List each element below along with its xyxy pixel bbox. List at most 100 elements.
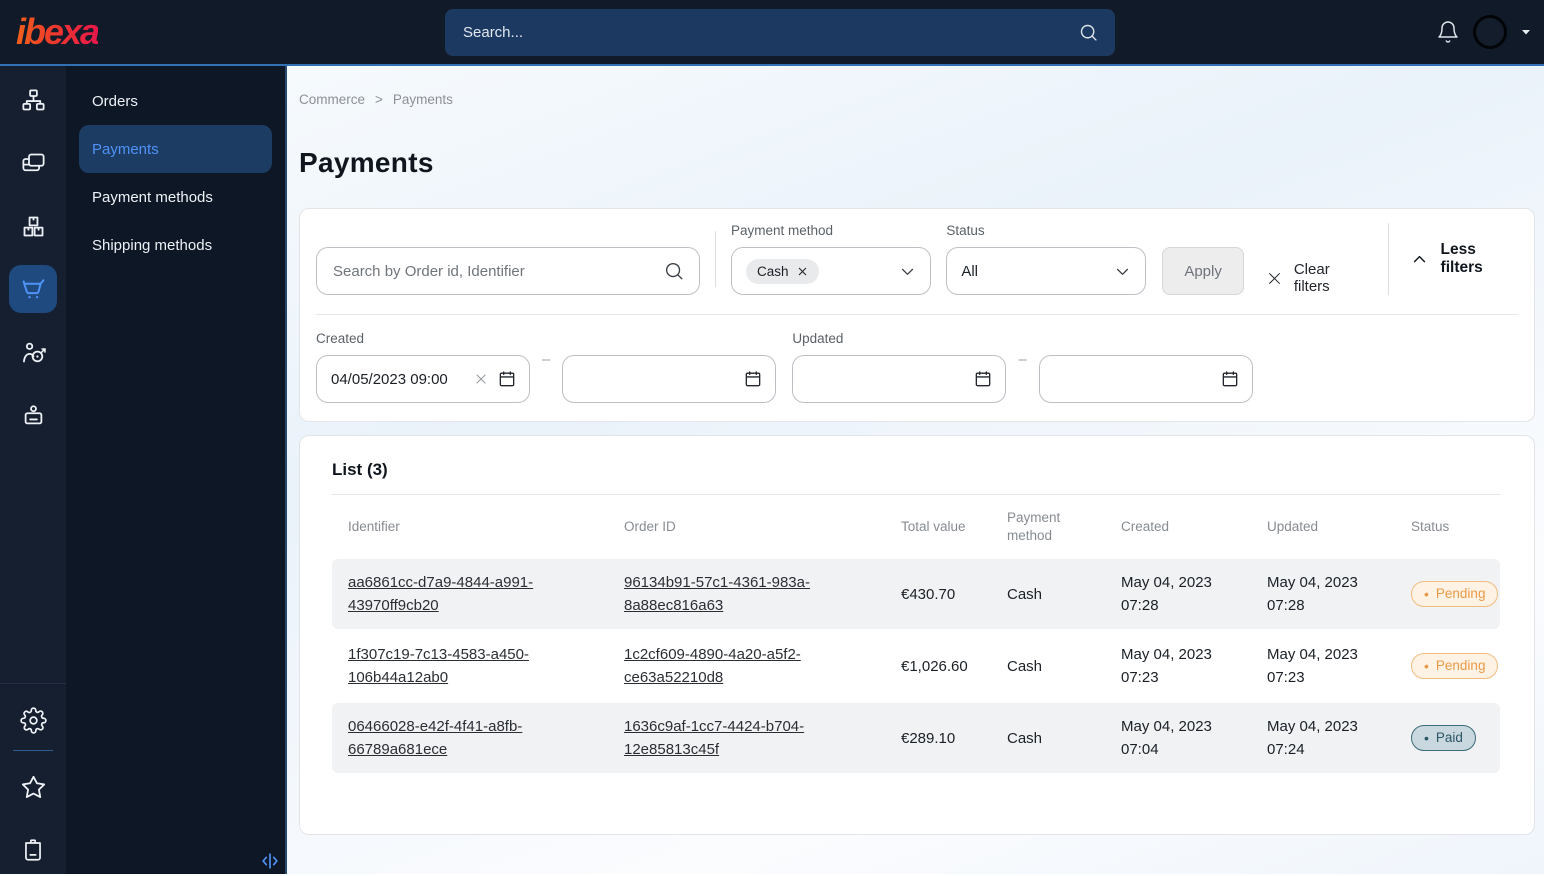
notifications-bell-icon[interactable] [1436,20,1460,44]
date-range-separator: – [1018,350,1027,368]
settings-gear-icon[interactable] [9,696,57,744]
col-status: Status [1411,519,1450,535]
filters-panel: Payment method Cash [299,208,1535,422]
apply-button[interactable]: Apply [1162,247,1244,295]
date-range-separator: – [542,350,551,368]
col-payment-method: Payment method [1007,510,1061,543]
user-avatar[interactable] [1473,15,1507,49]
chevron-down-icon [1114,263,1131,280]
created-to-input[interactable] [562,355,777,403]
calendar-icon[interactable] [743,369,763,389]
global-search[interactable] [445,9,1115,56]
chevron-down-icon [899,263,916,280]
list-title: List (3) [332,460,388,479]
user-menu-caret-icon[interactable] [1520,26,1532,38]
payment-method-cell: Cash [1007,657,1043,675]
status-label: Status [946,223,985,238]
updated-cell: May 04, 2023 07:24 [1267,717,1358,758]
col-order-id: Order ID [624,519,676,535]
page-title: Payments [299,147,434,178]
order-id-link[interactable]: 96134b91-57c1-4361-983a-8a88ec816a63 [624,571,836,618]
customer-badge-icon[interactable] [9,391,57,439]
updated-cell: May 04, 2023 07:23 [1267,645,1358,686]
main-nav-rail [0,66,66,874]
updated-from-input[interactable] [792,355,1007,403]
bookmarks-star-icon[interactable] [9,763,57,811]
clear-filters-x-icon [1266,270,1283,287]
sidebar-resize-handle-icon[interactable] [259,850,281,872]
col-total-value: Total value [901,519,966,535]
col-identifier: Identifier [348,519,400,535]
status-badge: Pending [1411,581,1499,607]
col-created: Created [1121,519,1170,535]
table-row: aa6861cc-d7a9-4844-a991-43970ff9cb20 961… [332,559,1500,629]
created-from-input[interactable]: 04/05/2023 09:00 [316,355,530,403]
created-label: Created [316,331,365,346]
sidebar-item-payment-methods[interactable]: Payment methods [79,173,272,221]
sidebar-item-orders[interactable]: Orders [79,77,272,125]
total-value-cell: €1,026.60 [901,657,968,675]
filter-divider [715,231,716,287]
order-id-link[interactable]: 1636c9af-1cc7-4424-b704-12e85813c45f [624,715,836,762]
main-content: Commerce > Payments Payments Payment [287,66,1544,874]
created-cell: May 04, 2023 07:28 [1121,573,1212,614]
order-id-link[interactable]: 1c2cf609-4890-4a20-a5f2-ce63a52210d8 [624,643,836,690]
status-badge: Paid [1411,725,1476,751]
created-cell: May 04, 2023 07:04 [1121,717,1212,758]
table-row: 06466028-e42f-4f41-a8fb-66789a681ece 163… [332,703,1500,773]
identifier-link[interactable]: 06466028-e42f-4f41-a8fb-66789a681ece [348,715,560,762]
filter-search-box[interactable] [316,247,700,295]
search-icon [663,260,685,282]
trash-icon[interactable] [9,826,57,874]
total-value-cell: €289.10 [901,729,956,747]
chevron-up-icon [1411,251,1428,268]
commerce-submenu: Orders Payments Payment methods Shipping… [66,66,287,874]
payment-method-select[interactable]: Cash [730,247,931,295]
pages-icon[interactable] [9,139,57,187]
breadcrumb-commerce[interactable]: Commerce [299,92,365,107]
payment-method-label: Payment method [730,223,834,238]
global-search-input[interactable] [461,23,1078,42]
breadcrumb-payments[interactable]: Payments [393,92,453,107]
payments-list-panel: List (3) Identifier Order ID Total value… [299,435,1535,835]
updated-cell: May 04, 2023 07:28 [1267,573,1358,614]
table-row: 1f307c19-7c13-4583-a450-106b44a12ab0 1c2… [332,631,1500,701]
payment-method-chip: Cash [745,258,820,284]
topbar: ibexa [0,0,1544,66]
status-badge: Pending [1411,653,1499,679]
breadcrumb-separator: > [375,92,383,107]
filter-search-input[interactable] [331,261,663,281]
status-selected-value: All [961,262,978,280]
payment-method-cell: Cash [1007,585,1043,603]
less-filters-toggle[interactable]: Less filters [1411,241,1518,277]
chip-remove-icon[interactable] [797,266,808,277]
identifier-link[interactable]: 1f307c19-7c13-4583-a450-106b44a12ab0 [348,643,560,690]
sidebar-item-shipping-methods[interactable]: Shipping methods [79,221,272,269]
created-cell: May 04, 2023 07:23 [1121,645,1212,686]
updated-to-input[interactable] [1038,355,1253,403]
personalization-icon[interactable] [9,328,57,376]
rail-divider [0,683,66,684]
search-icon[interactable] [1078,22,1099,43]
clear-filters-button[interactable]: Clear filters [1266,261,1366,295]
ibexa-logo[interactable]: ibexa [16,14,100,50]
products-icon[interactable] [9,202,57,250]
updated-label: Updated [792,331,844,346]
total-value-cell: €430.70 [901,585,956,603]
commerce-cart-icon[interactable] [9,265,57,313]
calendar-icon[interactable] [973,369,993,389]
filter-divider [1387,223,1389,295]
breadcrumb: Commerce > Payments [299,92,1544,107]
identifier-link[interactable]: aa6861cc-d7a9-4844-a991-43970ff9cb20 [348,571,560,618]
col-updated: Updated [1267,519,1319,535]
content-tree-icon[interactable] [9,76,57,124]
calendar-icon[interactable] [1220,369,1240,389]
clear-date-icon[interactable] [474,372,488,386]
status-select[interactable]: All [946,247,1147,295]
sidebar-item-payments[interactable]: Payments [79,125,272,173]
rail-accent-divider [13,750,53,751]
created-from-value: 04/05/2023 09:00 [331,370,448,388]
payment-method-cell: Cash [1007,729,1043,747]
calendar-icon[interactable] [497,369,517,389]
topbar-actions [1436,0,1532,64]
